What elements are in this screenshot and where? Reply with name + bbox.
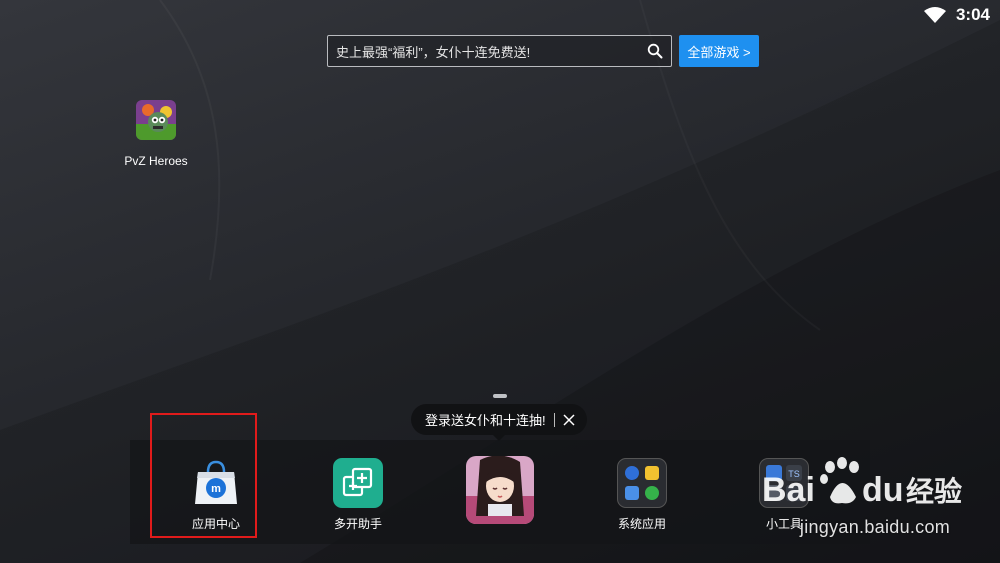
system-apps-icon[interactable]: [617, 458, 667, 508]
dock-item-anime-game[interactable]: [450, 456, 550, 531]
desktop-app-pvz-heroes[interactable]: PvZ Heroes: [120, 100, 192, 168]
android-desktop: 3:04 史上最强“福利”，女仆十连免费送! 全部游戏 > PvZ Heroes…: [0, 0, 1000, 563]
status-bar: 3:04: [880, 0, 1000, 30]
anime-game-icon[interactable]: [466, 456, 534, 524]
dock-item-system-apps[interactable]: 系统应用: [592, 458, 692, 532]
desktop-app-label: PvZ Heroes: [124, 154, 188, 168]
svg-text:Bai: Bai: [762, 471, 815, 509]
all-games-button[interactable]: 全部游戏 >: [679, 35, 759, 67]
multi-instance-icon[interactable]: [333, 458, 383, 508]
app-drawer-handle[interactable]: [493, 394, 507, 398]
dock-item-label: 多开助手: [333, 517, 382, 531]
status-time: 3:04: [955, 5, 990, 24]
wifi-icon: [923, 7, 946, 23]
baidu-logo: Bai du 经验: [762, 457, 962, 509]
highlight-box: [150, 413, 257, 538]
search-icon[interactable]: [647, 43, 663, 59]
watermark-url: jingyan.baidu.com: [799, 517, 951, 537]
search-placeholder: 史上最强“福利”，女仆十连免费送!: [336, 44, 531, 60]
login-promo-tooltip: 登录送女仆和十连抽!: [411, 404, 587, 441]
all-games-label: 全部游戏 >: [687, 44, 751, 60]
search-input[interactable]: 史上最强“福利”，女仆十连免费送!: [327, 35, 672, 67]
pvz-heroes-icon[interactable]: [136, 100, 176, 140]
svg-text:du: du: [862, 471, 904, 509]
dock-item-label: 系统应用: [617, 517, 666, 531]
baidu-jingyan-watermark: Bai du 经验 jingyan.baidu.com: [760, 455, 995, 545]
tooltip-divider: [553, 412, 555, 427]
close-icon[interactable]: [563, 413, 575, 426]
svg-text:经验: 经验: [906, 475, 962, 508]
tooltip-text: 登录送女仆和十连抽!: [425, 413, 546, 428]
dock-item-multi-instance[interactable]: 多开助手: [308, 458, 408, 532]
